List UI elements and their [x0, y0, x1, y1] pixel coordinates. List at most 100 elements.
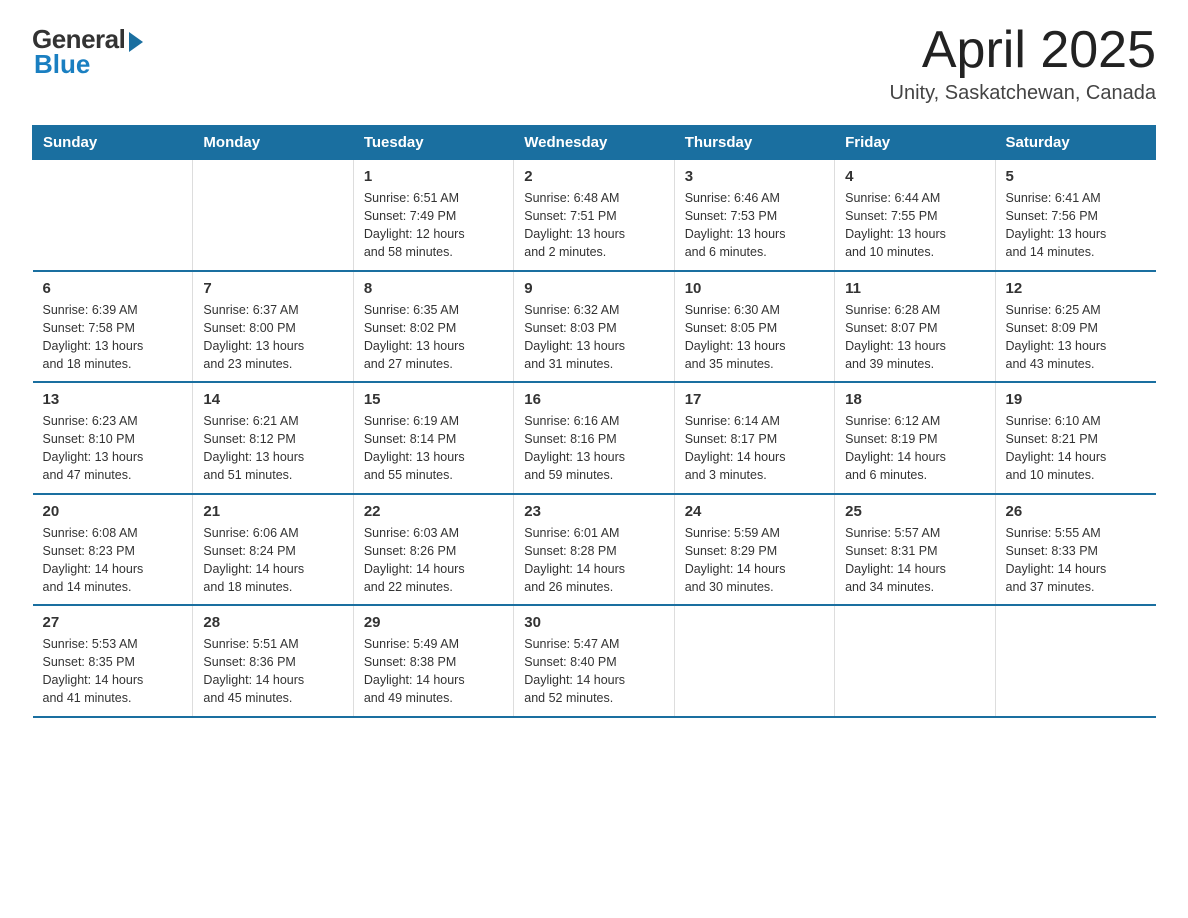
header-cell-thursday: Thursday — [674, 126, 834, 160]
day-cell: 27 Sunrise: 5:53 AM Sunset: 8:35 PM Dayli… — [33, 605, 193, 717]
day-info: Sunrise: 6:19 AM Sunset: 8:14 PM Dayligh… — [364, 412, 503, 485]
day-cell: 21 Sunrise: 6:06 AM Sunset: 8:24 PM Dayli… — [193, 494, 353, 606]
day-number: 9 — [524, 280, 663, 297]
day-info: Sunrise: 6:10 AM Sunset: 8:21 PM Dayligh… — [1006, 412, 1146, 485]
day-number: 24 — [685, 503, 824, 520]
calendar-header: SundayMondayTuesdayWednesdayThursdayFrid… — [33, 126, 1156, 160]
logo: General Blue — [32, 24, 143, 80]
day-cell: 22 Sunrise: 6:03 AM Sunset: 8:26 PM Dayli… — [353, 494, 513, 606]
day-number: 1 — [364, 168, 503, 185]
day-number: 29 — [364, 614, 503, 631]
day-number: 5 — [1006, 168, 1146, 185]
day-number: 16 — [524, 391, 663, 408]
day-cell: 15 Sunrise: 6:19 AM Sunset: 8:14 PM Dayli… — [353, 382, 513, 494]
day-info: Sunrise: 6:16 AM Sunset: 8:16 PM Dayligh… — [524, 412, 663, 485]
day-cell: 11 Sunrise: 6:28 AM Sunset: 8:07 PM Dayli… — [835, 271, 995, 383]
logo-blue-text: Blue — [34, 49, 90, 80]
week-row-0: 1 Sunrise: 6:51 AM Sunset: 7:49 PM Daylig… — [33, 160, 1156, 271]
day-cell: 5 Sunrise: 6:41 AM Sunset: 7:56 PM Daylig… — [995, 160, 1155, 271]
day-info: Sunrise: 6:48 AM Sunset: 7:51 PM Dayligh… — [524, 189, 663, 262]
day-info: Sunrise: 5:47 AM Sunset: 8:40 PM Dayligh… — [524, 635, 663, 708]
day-number: 7 — [203, 280, 342, 297]
header-cell-saturday: Saturday — [995, 126, 1155, 160]
day-cell: 29 Sunrise: 5:49 AM Sunset: 8:38 PM Dayli… — [353, 605, 513, 717]
day-cell: 4 Sunrise: 6:44 AM Sunset: 7:55 PM Daylig… — [835, 160, 995, 271]
day-cell: 10 Sunrise: 6:30 AM Sunset: 8:05 PM Dayli… — [674, 271, 834, 383]
day-number: 17 — [685, 391, 824, 408]
day-info: Sunrise: 6:14 AM Sunset: 8:17 PM Dayligh… — [685, 412, 824, 485]
day-cell: 3 Sunrise: 6:46 AM Sunset: 7:53 PM Daylig… — [674, 160, 834, 271]
day-cell — [33, 160, 193, 271]
title-area: April 2025 Unity, Saskatchewan, Canada — [890, 24, 1156, 105]
day-cell: 13 Sunrise: 6:23 AM Sunset: 8:10 PM Dayli… — [33, 382, 193, 494]
day-info: Sunrise: 5:53 AM Sunset: 8:35 PM Dayligh… — [43, 635, 183, 708]
day-info: Sunrise: 6:01 AM Sunset: 8:28 PM Dayligh… — [524, 524, 663, 597]
week-row-4: 27 Sunrise: 5:53 AM Sunset: 8:35 PM Dayli… — [33, 605, 1156, 717]
day-number: 20 — [43, 503, 183, 520]
day-info: Sunrise: 6:51 AM Sunset: 7:49 PM Dayligh… — [364, 189, 503, 262]
week-row-2: 13 Sunrise: 6:23 AM Sunset: 8:10 PM Dayli… — [33, 382, 1156, 494]
day-number: 30 — [524, 614, 663, 631]
day-info: Sunrise: 6:23 AM Sunset: 8:10 PM Dayligh… — [43, 412, 183, 485]
day-info: Sunrise: 6:03 AM Sunset: 8:26 PM Dayligh… — [364, 524, 503, 597]
day-info: Sunrise: 6:21 AM Sunset: 8:12 PM Dayligh… — [203, 412, 342, 485]
day-number: 3 — [685, 168, 824, 185]
day-cell: 16 Sunrise: 6:16 AM Sunset: 8:16 PM Dayli… — [514, 382, 674, 494]
day-info: Sunrise: 6:44 AM Sunset: 7:55 PM Dayligh… — [845, 189, 984, 262]
day-number: 15 — [364, 391, 503, 408]
header-cell-friday: Friday — [835, 126, 995, 160]
header-cell-sunday: Sunday — [33, 126, 193, 160]
day-number: 8 — [364, 280, 503, 297]
day-info: Sunrise: 6:46 AM Sunset: 7:53 PM Dayligh… — [685, 189, 824, 262]
day-cell: 1 Sunrise: 6:51 AM Sunset: 7:49 PM Daylig… — [353, 160, 513, 271]
day-info: Sunrise: 6:28 AM Sunset: 8:07 PM Dayligh… — [845, 301, 984, 374]
day-number: 23 — [524, 503, 663, 520]
day-cell: 30 Sunrise: 5:47 AM Sunset: 8:40 PM Dayli… — [514, 605, 674, 717]
day-cell — [995, 605, 1155, 717]
day-number: 2 — [524, 168, 663, 185]
day-cell: 25Sunrise: 5:57 AM Sunset: 8:31 PM Dayli… — [835, 494, 995, 606]
day-info: Sunrise: 6:12 AM Sunset: 8:19 PM Dayligh… — [845, 412, 984, 485]
day-cell: 18 Sunrise: 6:12 AM Sunset: 8:19 PM Dayli… — [835, 382, 995, 494]
day-info: Sunrise: 5:51 AM Sunset: 8:36 PM Dayligh… — [203, 635, 342, 708]
day-info: Sunrise: 5:59 AM Sunset: 8:29 PM Dayligh… — [685, 524, 824, 597]
day-info: Sunrise: 6:06 AM Sunset: 8:24 PM Dayligh… — [203, 524, 342, 597]
day-cell: 12 Sunrise: 6:25 AM Sunset: 8:09 PM Dayli… — [995, 271, 1155, 383]
day-cell: 7Sunrise: 6:37 AM Sunset: 8:00 PM Daylig… — [193, 271, 353, 383]
day-cell: 14 Sunrise: 6:21 AM Sunset: 8:12 PM Dayli… — [193, 382, 353, 494]
day-number: 27 — [43, 614, 183, 631]
header-row: SundayMondayTuesdayWednesdayThursdayFrid… — [33, 126, 1156, 160]
day-info: Sunrise: 5:55 AM Sunset: 8:33 PM Dayligh… — [1006, 524, 1146, 597]
day-number: 22 — [364, 503, 503, 520]
day-info: Sunrise: 6:25 AM Sunset: 8:09 PM Dayligh… — [1006, 301, 1146, 374]
day-number: 14 — [203, 391, 342, 408]
day-number: 26 — [1006, 503, 1146, 520]
day-info: Sunrise: 6:30 AM Sunset: 8:05 PM Dayligh… — [685, 301, 824, 374]
day-number: 4 — [845, 168, 984, 185]
location: Unity, Saskatchewan, Canada — [890, 82, 1156, 105]
day-cell: 23 Sunrise: 6:01 AM Sunset: 8:28 PM Dayli… — [514, 494, 674, 606]
day-cell: 28Sunrise: 5:51 AM Sunset: 8:36 PM Dayli… — [193, 605, 353, 717]
day-info: Sunrise: 6:08 AM Sunset: 8:23 PM Dayligh… — [43, 524, 183, 597]
day-info: Sunrise: 5:57 AM Sunset: 8:31 PM Dayligh… — [845, 524, 984, 597]
day-cell: 9Sunrise: 6:32 AM Sunset: 8:03 PM Daylig… — [514, 271, 674, 383]
day-cell: 24 Sunrise: 5:59 AM Sunset: 8:29 PM Dayli… — [674, 494, 834, 606]
day-info: Sunrise: 6:41 AM Sunset: 7:56 PM Dayligh… — [1006, 189, 1146, 262]
day-cell: 8Sunrise: 6:35 AM Sunset: 8:02 PM Daylig… — [353, 271, 513, 383]
day-info: Sunrise: 5:49 AM Sunset: 8:38 PM Dayligh… — [364, 635, 503, 708]
day-cell: 19Sunrise: 6:10 AM Sunset: 8:21 PM Dayli… — [995, 382, 1155, 494]
calendar-table: SundayMondayTuesdayWednesdayThursdayFrid… — [32, 125, 1156, 718]
day-info: Sunrise: 6:39 AM Sunset: 7:58 PM Dayligh… — [43, 301, 183, 374]
day-number: 11 — [845, 280, 984, 297]
week-row-1: 6Sunrise: 6:39 AM Sunset: 7:58 PM Daylig… — [33, 271, 1156, 383]
day-number: 13 — [43, 391, 183, 408]
day-cell — [193, 160, 353, 271]
day-cell: 2 Sunrise: 6:48 AM Sunset: 7:51 PM Daylig… — [514, 160, 674, 271]
week-row-3: 20 Sunrise: 6:08 AM Sunset: 8:23 PM Dayli… — [33, 494, 1156, 606]
day-cell — [835, 605, 995, 717]
day-number: 12 — [1006, 280, 1146, 297]
header-cell-tuesday: Tuesday — [353, 126, 513, 160]
day-number: 10 — [685, 280, 824, 297]
day-number: 21 — [203, 503, 342, 520]
day-number: 18 — [845, 391, 984, 408]
